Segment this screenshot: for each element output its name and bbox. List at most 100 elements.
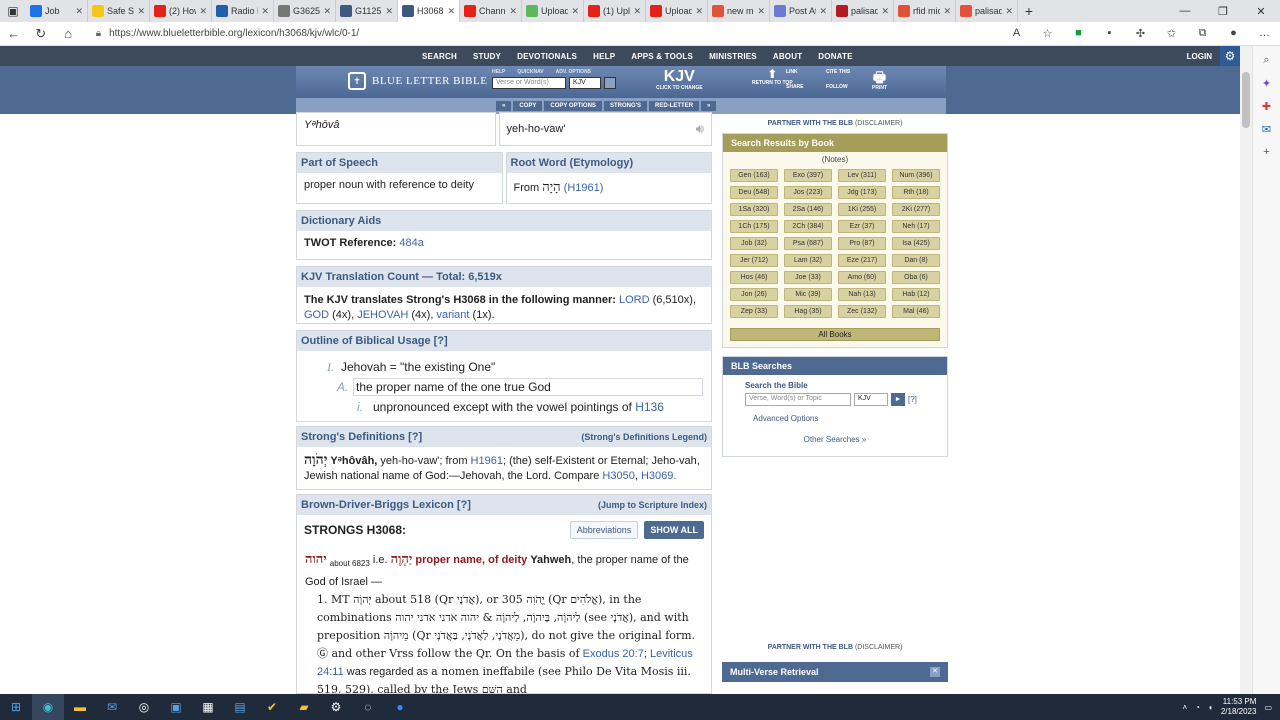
book-button[interactable]: Hag (35) [784, 305, 832, 318]
browser-tab[interactable]: G3625 ✕ [274, 0, 336, 22]
copy-button[interactable]: COPY [513, 101, 543, 111]
browser-tab[interactable]: Upload ✕ [646, 0, 708, 22]
camera-icon[interactable]: ◎ [128, 694, 160, 720]
book-button[interactable]: Pro (87) [838, 237, 886, 250]
root-word-link[interactable]: (H1961) [564, 182, 604, 194]
extension-check-icon[interactable]: ■ [1063, 27, 1094, 40]
kjv-word-link[interactable]: variant [436, 309, 469, 321]
book-button[interactable]: Zec (132) [838, 305, 886, 318]
scrollbar-thumb[interactable] [1242, 72, 1250, 128]
edge-icon[interactable]: ◉ [32, 694, 64, 720]
mail-icon[interactable]: ✉ [96, 694, 128, 720]
login-link[interactable]: LOGIN [1187, 52, 1212, 61]
book-button[interactable]: Ezr (37) [838, 220, 886, 233]
book-button[interactable]: Dan (8) [892, 254, 940, 267]
nav-item[interactable]: ABOUT [765, 52, 810, 61]
book-button[interactable]: Hos (46) [730, 271, 778, 284]
book-button[interactable]: Rth (18) [892, 186, 940, 199]
tab-close-icon[interactable]: ✕ [633, 6, 641, 17]
partner-link-2[interactable]: PARTNER WITH THE BLB (DISCLAIMER) [722, 644, 948, 651]
kjv-word-link[interactable]: GOD [304, 309, 329, 321]
book-button[interactable]: Job (32) [730, 237, 778, 250]
expand-right-icon[interactable]: » [701, 101, 717, 111]
book-button[interactable]: Zep (33) [730, 305, 778, 318]
calendar-icon[interactable]: ▤ [224, 694, 256, 720]
speaker-icon[interactable]: 🔊︎ [696, 121, 704, 137]
nav-item[interactable]: STUDY [465, 52, 509, 61]
book-button[interactable]: Mic (39) [784, 288, 832, 301]
favorites-icon[interactable]: ✩ [1156, 27, 1187, 40]
book-button[interactable]: 1Sa (320) [730, 203, 778, 216]
chevron-up-icon[interactable]: ˄ [1182, 703, 1187, 712]
browser-tab[interactable]: rfid mic ✕ [894, 0, 956, 22]
strongs-toggle[interactable]: STRONG'S [603, 101, 648, 111]
page-scrollbar[interactable] [1240, 46, 1252, 694]
all-books-button[interactable]: All Books [730, 328, 940, 341]
media-icon[interactable]: ◌ [352, 694, 384, 720]
add-icon[interactable]: + [1263, 146, 1269, 158]
book-button[interactable]: Jer (712) [730, 254, 778, 267]
tab-close-icon[interactable]: ✕ [199, 6, 207, 17]
norton-icon[interactable]: ✔ [256, 694, 288, 720]
book-button[interactable]: 1Ch (175) [730, 220, 778, 233]
notes-icon[interactable]: ▰ [288, 694, 320, 720]
nav-item[interactable]: DONATE [810, 52, 860, 61]
browser-tab[interactable]: Upload ✕ [522, 0, 584, 22]
browser-tab[interactable]: palisade✕ [832, 0, 894, 22]
adv-options-link[interactable]: ADV. OPTIONS [556, 69, 591, 75]
search-icon[interactable]: ⌕ [1263, 54, 1269, 67]
advanced-options-link[interactable]: Advanced Options [745, 414, 925, 423]
book-button[interactable]: Hab (12) [892, 288, 940, 301]
sidebar-version-select[interactable]: KJV [854, 393, 888, 406]
browser-tab[interactable]: palisade✕ [956, 0, 1018, 22]
book-button[interactable]: Amo (60) [838, 271, 886, 284]
minimize-icon[interactable]: — [1166, 5, 1204, 18]
browser-tab[interactable]: new me✕ [708, 0, 770, 22]
sidebar-search-go[interactable]: ► [891, 393, 905, 406]
browser-tab[interactable]: Post Att✕ [770, 0, 832, 22]
url-field[interactable]: 🔒︎ https://www.blueletterbible.org/lexic… [96, 24, 1001, 44]
tab-close-icon[interactable]: ✕ [571, 6, 579, 17]
nav-item[interactable]: HELP [585, 52, 623, 61]
other-searches-link[interactable]: Other Searches » [745, 435, 925, 450]
tab-close-icon[interactable]: ✕ [695, 6, 703, 17]
search-go-button[interactable] [604, 77, 616, 89]
tab-close-icon[interactable]: ✕ [137, 6, 145, 17]
tab-close-icon[interactable]: ✕ [943, 6, 951, 17]
link-tool[interactable]: LINK [786, 69, 826, 75]
tab-close-icon[interactable]: ✕ [323, 6, 331, 17]
new-tab-button[interactable]: + [1018, 3, 1040, 19]
book-button[interactable]: Jos (223) [784, 186, 832, 199]
notes-link[interactable]: (Notes) [723, 152, 947, 167]
tab-close-icon[interactable]: ✕ [819, 6, 827, 17]
kjv-word-link[interactable]: JEHOVAH [357, 309, 408, 321]
tools-icon[interactable]: ✚ [1262, 100, 1271, 113]
discover-icon[interactable]: ✦ [1262, 77, 1271, 90]
book-button[interactable]: Mal (46) [892, 305, 940, 318]
back-icon[interactable]: ← [0, 26, 27, 41]
copy-options-button[interactable]: COPY OPTIONS [544, 101, 602, 111]
wifi-icon[interactable]: ◔ [1195, 703, 1200, 712]
extension-icon[interactable]: ▪ [1094, 27, 1125, 40]
twot-link[interactable]: 484a [399, 237, 423, 249]
close-icon[interactable]: ✕ [930, 667, 940, 677]
book-button[interactable]: Oba (6) [892, 271, 940, 284]
book-button[interactable]: Gen (163) [730, 169, 778, 182]
nav-item[interactable]: APPS & TOOLS [623, 52, 701, 61]
exodus-link[interactable]: Exodus 20:7 [583, 648, 644, 660]
notification-icon[interactable]: ▭ [1264, 703, 1272, 712]
version-select[interactable]: KJV [569, 77, 601, 89]
book-button[interactable]: Joe (33) [784, 271, 832, 284]
favorite-star-icon[interactable]: ☆ [1032, 27, 1063, 40]
book-button[interactable]: Exo (397) [784, 169, 832, 182]
file-explorer-icon[interactable]: ▬ [64, 694, 96, 720]
book-button[interactable]: 2Ki (277) [892, 203, 940, 216]
print-button[interactable]: 🖶︎ PRINT [872, 69, 887, 91]
browser-tab[interactable]: (1) Uplo✕ [584, 0, 646, 22]
browser-tab[interactable]: Channe✕ [460, 0, 522, 22]
strongs-legend-link[interactable]: (Strong's Definitions Legend) [581, 432, 707, 442]
book-button[interactable]: Jdg (173) [838, 186, 886, 199]
collapse-left-icon[interactable]: « [496, 101, 512, 111]
settings-icon[interactable]: ⚙ [320, 694, 352, 720]
book-button[interactable]: Eze (217) [838, 254, 886, 267]
